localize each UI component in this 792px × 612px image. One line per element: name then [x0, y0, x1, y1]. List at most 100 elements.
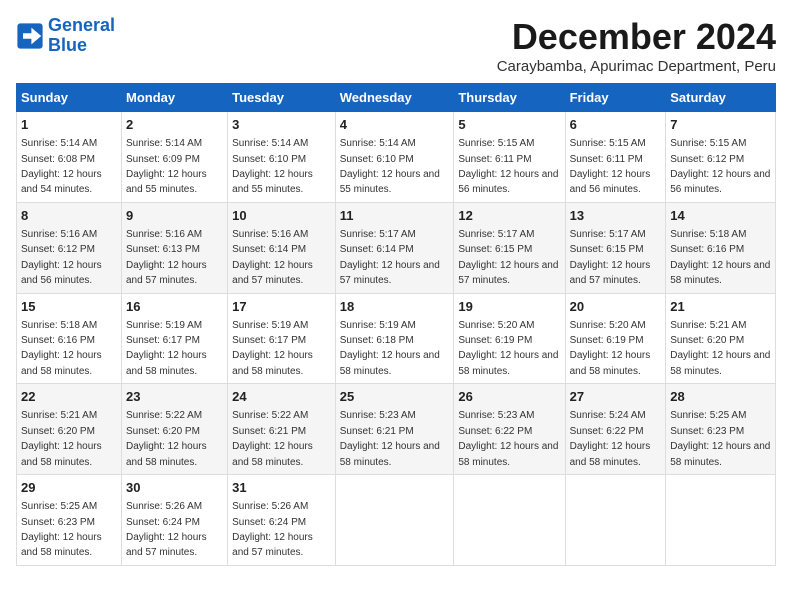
sunset-info: Sunset: 6:10 PM [232, 154, 306, 165]
sunset-info: Sunset: 6:24 PM [126, 517, 200, 528]
sunset-info: Sunset: 6:18 PM [340, 335, 414, 346]
sunset-info: Sunset: 6:13 PM [126, 244, 200, 255]
daylight-info: Daylight: 12 hours and 58 minutes. [570, 350, 651, 376]
day-cell-20: 20 Sunrise: 5:20 AM Sunset: 6:19 PM Dayligh… [565, 293, 666, 384]
day-cell-14: 14Sunrise: 5:18 AMSunset: 6:16 PMDayligh… [666, 202, 776, 293]
sunset-info: Sunset: 6:11 PM [570, 154, 643, 165]
sunrise-info: Sunrise: 5:14 AM [126, 138, 202, 149]
sunset-info: Sunset: 6:15 PM [570, 244, 644, 255]
header-row: SundayMondayTuesdayWednesdayThursdayFrid… [17, 84, 776, 112]
logo: General Blue [16, 16, 115, 56]
sunset-info: Sunset: 6:22 PM [570, 426, 644, 437]
page-title: December 2024 [497, 16, 776, 58]
day-cell-12: 12Sunrise: 5:17 AMSunset: 6:15 PMDayligh… [454, 202, 565, 293]
day-cell-15: 15Sunrise: 5:18 AMSunset: 6:16 PMDayligh… [17, 293, 122, 384]
sunrise-info: Sunrise: 5:22 AM [232, 410, 308, 421]
header-friday: Friday [565, 84, 666, 112]
sunrise-info: Sunrise: 5:15 AM [570, 138, 646, 149]
daylight-info: Daylight: 12 hours and 57 minutes. [458, 260, 558, 286]
daylight-info: Daylight: 12 hours and 58 minutes. [126, 350, 207, 376]
day-number: 18 [340, 298, 450, 316]
empty-cell [454, 475, 565, 566]
day-number: 20 [570, 298, 662, 316]
header-tuesday: Tuesday [228, 84, 336, 112]
sunrise-info: Sunrise: 5:19 AM [340, 320, 416, 331]
sunrise-info: Sunrise: 5:26 AM [232, 501, 308, 512]
day-number: 28 [670, 388, 771, 406]
header-monday: Monday [121, 84, 227, 112]
sunrise-info: Sunrise: 5:17 AM [458, 229, 534, 240]
day-number: 10 [232, 207, 331, 225]
day-cell-1: 1Sunrise: 5:14 AMSunset: 6:08 PMDaylight… [17, 112, 122, 203]
sunrise-info: Sunrise: 5:19 AM [232, 320, 308, 331]
page-subtitle: Caraybamba, Apurimac Department, Peru [497, 58, 776, 75]
day-number: 26 [458, 388, 560, 406]
header: General Blue December 2024 Caraybamba, A… [16, 16, 776, 75]
day-cell-9: 9Sunrise: 5:16 AMSunset: 6:13 PMDaylight… [121, 202, 227, 293]
day-number: 31 [232, 479, 331, 497]
empty-cell [335, 475, 454, 566]
daylight-info: Daylight: 12 hours and 57 minutes. [340, 260, 440, 286]
day-cell-27: 27Sunrise: 5:24 AMSunset: 6:22 PMDayligh… [565, 384, 666, 475]
daylight-info: Daylight: 12 hours and 58 minutes. [232, 441, 313, 467]
header-saturday: Saturday [666, 84, 776, 112]
day-number: 25 [340, 388, 450, 406]
sunrise-info: Sunrise: 5:16 AM [232, 229, 308, 240]
day-cell-24: 24 Sunrise: 5:22 AM Sunset: 6:21 PM Dayligh… [228, 384, 336, 475]
week-row-5: 29Sunrise: 5:25 AMSunset: 6:23 PMDayligh… [17, 475, 776, 566]
week-row-3: 15Sunrise: 5:18 AMSunset: 6:16 PMDayligh… [17, 293, 776, 384]
calendar-table: SundayMondayTuesdayWednesdayThursdayFrid… [16, 83, 776, 566]
daylight-info: Daylight: 12 hours and 55 minutes. [232, 169, 313, 195]
day-cell-28: 28Sunrise: 5:25 AMSunset: 6:23 PMDayligh… [666, 384, 776, 475]
daylight-info: Daylight: 12 hours and 56 minutes. [458, 169, 558, 195]
sunset-info: Sunset: 6:21 PM [232, 426, 306, 437]
day-number: 27 [570, 388, 662, 406]
daylight-info: Daylight: 12 hours and 58 minutes. [21, 532, 102, 558]
sunrise-info: Sunrise: 5:15 AM [670, 138, 746, 149]
day-cell-31: 31Sunrise: 5:26 AMSunset: 6:24 PMDayligh… [228, 475, 336, 566]
day-number: 21 [670, 298, 771, 316]
sunset-info: Sunset: 6:11 PM [458, 154, 531, 165]
day-cell-19: 19Sunrise: 5:20 AMSunset: 6:19 PMDayligh… [454, 293, 565, 384]
daylight-info: Daylight: 12 hours and 57 minutes. [232, 260, 313, 286]
daylight-info: Daylight: 12 hours and 57 minutes. [126, 260, 207, 286]
day-number: 14 [670, 207, 771, 225]
logo-line1: General [48, 15, 115, 35]
daylight-info: Daylight: 12 hours and 56 minutes. [570, 169, 651, 195]
sunset-info: Sunset: 6:23 PM [21, 517, 95, 528]
sunrise-info: Sunrise: 5:26 AM [126, 501, 202, 512]
sunrise-info: Sunrise: 5:21 AM [670, 320, 746, 331]
sunrise-info: Sunrise: 5:20 AM [458, 320, 534, 331]
sunset-info: Sunset: 6:15 PM [458, 244, 532, 255]
sunrise-info: Sunrise: 5:17 AM [340, 229, 416, 240]
sunset-info: Sunset: 6:17 PM [232, 335, 306, 346]
daylight-info: Daylight: 12 hours and 55 minutes. [126, 169, 207, 195]
sunset-info: Sunset: 6:23 PM [670, 426, 744, 437]
daylight-info: Daylight: 12 hours and 58 minutes. [670, 260, 770, 286]
daylight-info: Daylight: 12 hours and 56 minutes. [21, 260, 102, 286]
day-cell-26: 26Sunrise: 5:23 AMSunset: 6:22 PMDayligh… [454, 384, 565, 475]
day-number: 17 [232, 298, 331, 316]
day-number: 2 [126, 116, 223, 134]
sunset-info: Sunset: 6:14 PM [340, 244, 414, 255]
day-number: 22 [21, 388, 117, 406]
day-number: 30 [126, 479, 223, 497]
logo-text: General Blue [48, 16, 115, 56]
daylight-info: Daylight: 12 hours and 58 minutes. [670, 350, 770, 376]
empty-cell [565, 475, 666, 566]
sunset-info: Sunset: 6:16 PM [21, 335, 95, 346]
day-number: 19 [458, 298, 560, 316]
day-cell-13: 13Sunrise: 5:17 AMSunset: 6:15 PMDayligh… [565, 202, 666, 293]
sunset-info: Sunset: 6:24 PM [232, 517, 306, 528]
sunset-info: Sunset: 6:12 PM [21, 244, 95, 255]
sunset-info: Sunset: 6:19 PM [570, 335, 644, 346]
day-number: 4 [340, 116, 450, 134]
day-number: 11 [340, 207, 450, 225]
sunrise-info: Sunrise: 5:20 AM [570, 320, 646, 331]
sunrise-info: Sunrise: 5:25 AM [21, 501, 97, 512]
day-cell-17: 17Sunrise: 5:19 AMSunset: 6:17 PMDayligh… [228, 293, 336, 384]
day-number: 24 [232, 388, 331, 406]
title-area: December 2024 Caraybamba, Apurimac Depar… [497, 16, 776, 75]
day-number: 23 [126, 388, 223, 406]
sunset-info: Sunset: 6:20 PM [21, 426, 95, 437]
